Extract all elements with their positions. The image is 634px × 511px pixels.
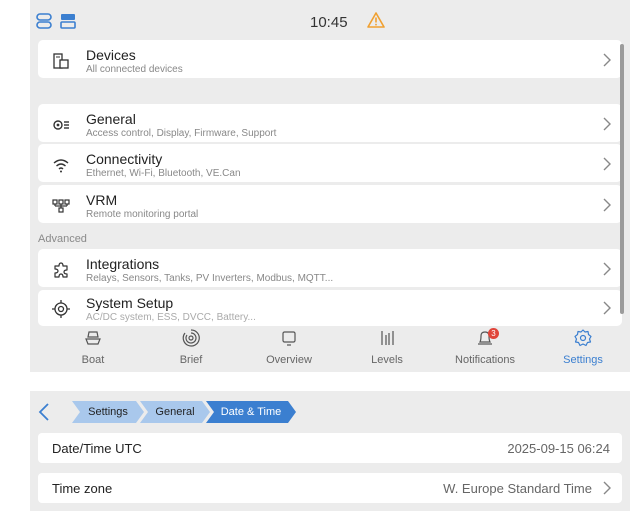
row-label: Date/Time UTC <box>52 441 142 456</box>
tab-settings[interactable]: Settings <box>538 326 628 372</box>
wifi-icon <box>52 156 70 174</box>
back-arrow-icon[interactable] <box>38 403 50 426</box>
general-settings-icon <box>52 116 70 134</box>
breadcrumb-label: General <box>155 406 195 418</box>
chevron-right-icon <box>602 53 612 67</box>
breadcrumb-settings[interactable]: Settings <box>72 401 144 423</box>
tab-label: Notifications <box>455 354 515 366</box>
settings-row-vrm[interactable]: VRM Remote monitoring portal <box>38 185 622 223</box>
tab-brief[interactable]: Brief <box>146 326 236 372</box>
row-title: VRM <box>86 192 118 208</box>
tab-label: Levels <box>371 354 403 366</box>
settings-row-system-setup[interactable]: System Setup AC/DC system, ESS, DVCC, Ba… <box>38 290 622 326</box>
breadcrumb-general[interactable]: General <box>140 401 210 423</box>
toggle-layout-icon[interactable] <box>36 13 52 34</box>
row-title: System Setup <box>86 295 174 311</box>
tab-label: Settings <box>563 354 603 366</box>
row-value: W. Europe Standard Time <box>443 481 592 496</box>
tab-notifications[interactable]: 3 Notifications <box>440 326 530 372</box>
row-subtitle: Relays, Sensors, Tanks, PV Inverters, Mo… <box>86 273 334 284</box>
breadcrumb-date-time[interactable]: Date & Time <box>206 401 296 423</box>
datetime-utc-row[interactable]: Date/Time UTC 2025-09-15 06:24 <box>38 433 622 463</box>
devices-icon <box>52 52 70 70</box>
tab-label: Boat <box>81 354 105 366</box>
split-view-icon[interactable] <box>60 13 76 34</box>
date-time-panel: Settings General Date & Time Date/Time U… <box>30 391 630 511</box>
tab-label: Brief <box>179 354 203 366</box>
breadcrumb-label: Settings <box>88 406 128 418</box>
chevron-right-icon <box>602 157 612 171</box>
notification-badge: 3 <box>488 328 499 339</box>
row-title: Connectivity <box>86 151 163 167</box>
chevron-right-icon <box>602 262 612 276</box>
tab-boat[interactable]: Boat <box>48 326 138 372</box>
row-subtitle: Access control, Display, Firmware, Suppo… <box>86 128 277 139</box>
target-icon <box>52 300 70 318</box>
settings-row-general[interactable]: General Access control, Display, Firmwar… <box>38 104 622 142</box>
bottom-tab-bar: Boat Brief Overview Levels 3 Notificatio… <box>30 326 630 372</box>
row-title: Devices <box>86 47 136 63</box>
settings-row-devices[interactable]: Devices All connected devices <box>38 40 622 78</box>
row-subtitle: Ethernet, Wi-Fi, Bluetooth, VE.Can <box>86 168 241 179</box>
tab-overview[interactable]: Overview <box>244 326 334 372</box>
chevron-right-icon <box>602 198 612 212</box>
row-title: General <box>86 111 136 127</box>
settings-panel: 10:45 Devices All connected devices Gene… <box>30 0 630 372</box>
row-subtitle: All connected devices <box>86 64 183 75</box>
row-title: Integrations <box>86 256 160 272</box>
chevron-right-icon <box>602 481 612 495</box>
tab-levels[interactable]: Levels <box>342 326 432 372</box>
tab-label: Overview <box>266 354 312 366</box>
row-subtitle: AC/DC system, ESS, DVCC, Battery... <box>86 312 256 323</box>
row-subtitle: Remote monitoring portal <box>86 209 199 220</box>
status-bar: 10:45 <box>30 0 630 38</box>
chevron-right-icon <box>602 301 612 315</box>
row-value: 2025-09-15 06:24 <box>507 441 610 456</box>
clock-time: 10:45 <box>310 14 348 31</box>
vrm-network-icon <box>52 197 70 215</box>
warning-icon[interactable] <box>367 12 385 33</box>
scrollbar[interactable] <box>620 44 624 314</box>
puzzle-icon <box>52 261 70 279</box>
row-label: Time zone <box>52 481 113 496</box>
breadcrumb-label: Date & Time <box>220 406 282 418</box>
section-label-advanced: Advanced <box>38 233 87 245</box>
settings-row-integrations[interactable]: Integrations Relays, Sensors, Tanks, PV … <box>38 249 622 287</box>
time-zone-row[interactable]: Time zone W. Europe Standard Time <box>38 473 622 503</box>
settings-row-connectivity[interactable]: Connectivity Ethernet, Wi-Fi, Bluetooth,… <box>38 144 622 182</box>
chevron-right-icon <box>602 117 612 131</box>
